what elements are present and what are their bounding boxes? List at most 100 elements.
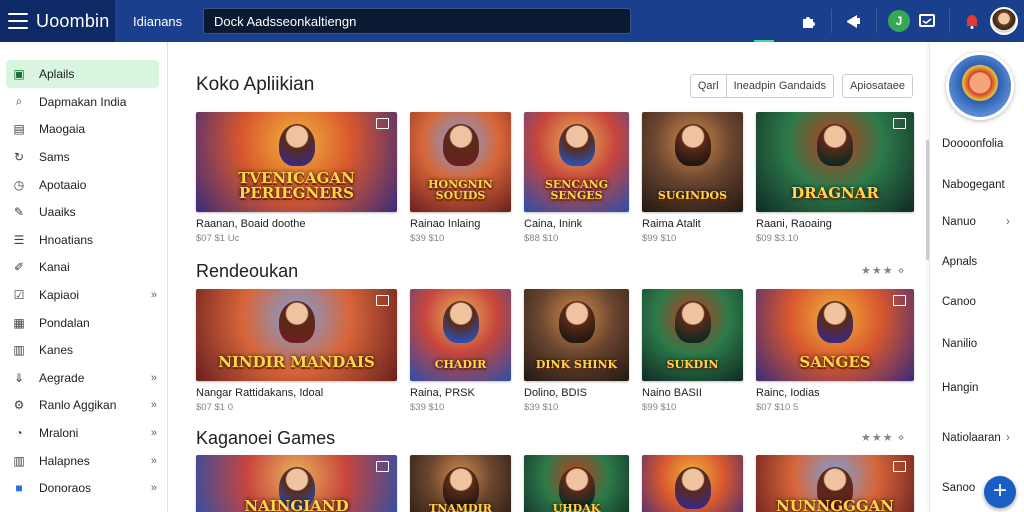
sidebar-item[interactable]: ▦ Pondalan [0, 309, 167, 337]
sidebar-item-label: Aplails [39, 67, 75, 81]
megaphone-icon[interactable] [840, 7, 868, 35]
game-thumbnail[interactable]: HONGNIN SOUIDS [410, 112, 511, 212]
right-panel-item[interactable]: Natiolaaran › [942, 432, 1010, 444]
card-title[interactable]: Raina, PRSK [410, 387, 511, 399]
right-panel-item[interactable]: Hangin [942, 382, 978, 394]
sidebar-item[interactable]: ☑ Kapiaoi » [0, 281, 167, 309]
right-panel-item[interactable]: Nanilio [942, 338, 977, 350]
sidebar-item-label: Apotaaio [39, 177, 87, 192]
game-thumbnail[interactable] [642, 455, 743, 512]
sidebar-item[interactable]: ▥ Kanes [0, 336, 167, 364]
sidebar-item[interactable]: ✎ Uaaiks [0, 198, 167, 226]
bookmark-icon[interactable] [376, 118, 389, 129]
app-card[interactable]: DINK SHINK Dolino, BDIS $39 $10 [524, 289, 629, 413]
sidebar-item[interactable]: ▣ Aplails [6, 60, 159, 88]
card-title[interactable]: Raima Atalit [642, 218, 743, 230]
right-panel-item[interactable]: Doooonfolia [942, 138, 1003, 150]
app-card[interactable]: SENCANG SENGES Caina, Inink $88 $10 [524, 112, 629, 244]
sidebar-item[interactable]: ✐ Kanai [0, 254, 167, 282]
brand-area: Uoombin [0, 0, 115, 42]
character-figure [558, 124, 595, 166]
game-thumbnail[interactable]: NINDIR MANDAIS [196, 289, 397, 381]
card-price: $07 $10 5 [756, 402, 799, 413]
filter-button[interactable]: Apiosataee [841, 74, 913, 98]
sidebar-item[interactable]: ◔ Mraloni » [0, 419, 167, 447]
app-card[interactable]: DRAGNAR Raani, Raoaing $09 $3.10 [756, 112, 914, 244]
notification-bell-icon[interactable] [958, 7, 986, 35]
card-price: $09 $3.10 [756, 233, 799, 244]
hamburger-menu-icon[interactable] [8, 13, 28, 29]
app-card[interactable]: NINDIR MANDAIS Nangar Rattidakans, Idoal $… [196, 289, 397, 413]
profile-avatar[interactable] [946, 52, 1014, 120]
right-panel-item[interactable]: Nabogegant [942, 179, 1005, 191]
card-title[interactable]: Rainc, Iodias [756, 387, 914, 399]
game-art-title: HONGNIN SOUIDS [428, 177, 493, 203]
bookmark-icon[interactable] [893, 461, 906, 472]
game-thumbnail[interactable]: SANGES [756, 289, 914, 381]
game-thumbnail[interactable]: NUNNGGGAN [756, 455, 914, 512]
bookmark-icon[interactable] [376, 295, 389, 306]
bookmark-icon[interactable] [893, 118, 906, 129]
app-card[interactable]: SUGINDOS Raima Atalit $99 $10 [642, 112, 743, 244]
card-title[interactable]: Raanan, Boaid doothe [196, 218, 397, 230]
sidebar-item[interactable]: ▥ Halapnes » [0, 447, 167, 475]
user-avatar[interactable] [990, 7, 1018, 35]
app-card[interactable]: NUNNGGGAN [756, 455, 914, 512]
sidebar-item[interactable]: ■ Donoraos » [0, 474, 167, 502]
app-card[interactable]: HONGNIN SOUIDS Rainao Inlaing $39 $10 [410, 112, 511, 244]
add-button[interactable]: + [984, 476, 1016, 508]
game-thumbnail[interactable]: SUKDIN [642, 289, 743, 381]
puzzle-icon[interactable] [795, 7, 823, 35]
right-panel-item[interactable]: Nanuo › [942, 216, 1010, 228]
filter-button[interactable]: Ineadpin Gandaids [726, 74, 834, 98]
app-card[interactable]: TNAMDIR [410, 455, 511, 512]
right-panel-item[interactable]: Canoo [942, 296, 976, 308]
game-thumbnail[interactable]: TVENICAGAN PERIEGNERS [196, 112, 397, 212]
game-thumbnail[interactable]: SENCANG SENGES [524, 112, 629, 212]
bookmark-icon[interactable] [893, 295, 906, 306]
sidebar-item[interactable]: ☰ Hnoatians [0, 226, 167, 254]
account-status-icon[interactable]: J [885, 7, 913, 35]
card-title[interactable]: Caina, Inink [524, 218, 629, 230]
game-thumbnail[interactable]: DINK SHINK [524, 289, 629, 381]
section-title: Kaganoei Games [196, 428, 336, 448]
card-title[interactable]: Raani, Raoaing [756, 218, 914, 230]
app-card[interactable]: CHADIR Raina, PRSK $39 $10 [410, 289, 511, 413]
game-art-title: NAINGIAND [244, 497, 349, 512]
brand-name[interactable]: Uoombin [36, 11, 109, 32]
card-title[interactable]: Nangar Rattidakans, Idoal [196, 387, 397, 399]
sidebar-item[interactable]: ⚙ Ranlo Aggikan » [0, 392, 167, 420]
search-input[interactable]: Dock Aadsseonkaltiengn [203, 8, 631, 34]
app-card[interactable]: UHDAK [524, 455, 629, 512]
card-title[interactable]: Dolino, BDIS [524, 387, 629, 399]
edit-icon: ✐ [13, 260, 25, 275]
game-thumbnail[interactable]: UHDAK [524, 455, 629, 512]
app-card[interactable]: SANGES Rainc, Iodias $07 $10 5 [756, 289, 914, 413]
card-title[interactable]: Rainao Inlaing [410, 218, 511, 230]
game-thumbnail[interactable]: NAINGIAND [196, 455, 397, 512]
card-price: $88 $10 [524, 233, 559, 244]
sidebar-item[interactable]: ▤ Maogaia [0, 116, 167, 144]
game-thumbnail[interactable]: TNAMDIR [410, 455, 511, 512]
sidebar-item[interactable]: ⇓ Aegrade » [0, 364, 167, 392]
card-title[interactable]: Naino BASII [642, 387, 743, 399]
message-icon[interactable] [913, 7, 941, 35]
sidebar-item[interactable]: ↻ Sams [0, 143, 167, 171]
bookmark-icon[interactable] [376, 461, 389, 472]
app-card[interactable]: NAINGIAND [196, 455, 397, 512]
sidebar-item[interactable]: ◷ Apotaaio [0, 171, 167, 199]
game-thumbnail[interactable]: CHADIR [410, 289, 511, 381]
chevron-right-icon: » [150, 454, 157, 467]
right-panel-item[interactable]: Apnals [942, 256, 977, 268]
app-card[interactable] [642, 455, 743, 512]
app-card[interactable]: SUKDIN Naino BASII $99 $10 [642, 289, 743, 413]
sidebar-item[interactable]: ⌕ Dapmakan India [0, 88, 167, 116]
game-art-title: TVENICAGAN PERIEGNERS [238, 168, 355, 203]
game-thumbnail[interactable]: DRAGNAR [756, 112, 914, 212]
app-card[interactable]: TVENICAGAN PERIEGNERS Raanan, Boaid dooth… [196, 112, 397, 244]
top-label[interactable]: Idianans [133, 14, 199, 29]
filter-button[interactable]: Qarl [689, 74, 727, 98]
game-thumbnail[interactable]: SUGINDOS [642, 112, 743, 212]
right-panel-item[interactable]: Sanoo [942, 482, 975, 494]
right-panel-item-label: Sanoo [942, 482, 976, 494]
